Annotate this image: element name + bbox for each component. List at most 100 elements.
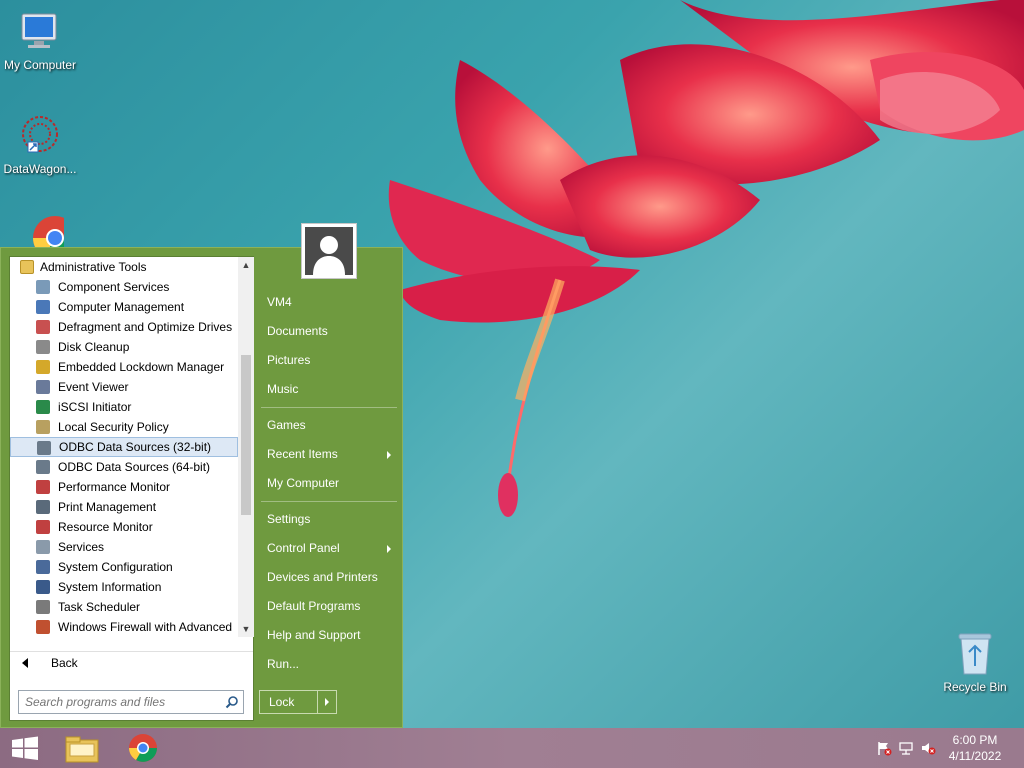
- clock[interactable]: 6:00 PM 4/11/2022: [940, 732, 1010, 764]
- search-box[interactable]: [18, 690, 244, 714]
- start-link-run[interactable]: Run...: [259, 650, 399, 679]
- program-item[interactable]: Defragment and Optimize Drives: [10, 317, 238, 337]
- datawagon-icon: [22, 116, 58, 153]
- start-link-label: Control Panel: [267, 541, 340, 555]
- desktop-icon-my-computer[interactable]: My Computer: [0, 8, 80, 72]
- program-item[interactable]: Resource Monitor: [10, 517, 238, 537]
- program-item[interactable]: Computer Management: [10, 297, 238, 317]
- program-item[interactable]: System Configuration: [10, 557, 238, 577]
- user-avatar[interactable]: [301, 223, 357, 279]
- start-link-pictures[interactable]: Pictures: [259, 346, 399, 375]
- program-item[interactable]: ODBC Data Sources (32-bit): [10, 437, 238, 457]
- program-item[interactable]: Windows Firewall with Advanced: [10, 617, 238, 637]
- firewall-icon: [36, 620, 50, 634]
- user-icon: [313, 236, 345, 275]
- security-policy-icon: [36, 420, 50, 434]
- program-label: Component Services: [58, 280, 170, 294]
- programs-pane: Administrative Tools Component Services C…: [9, 256, 254, 721]
- start-link-my-computer[interactable]: My Computer: [259, 469, 399, 498]
- odbc-icon: [36, 460, 50, 474]
- submenu-arrow-icon: [387, 545, 391, 553]
- lock-options-arrow[interactable]: [318, 691, 336, 713]
- desktop-icon-chrome[interactable]: [0, 214, 80, 248]
- start-link-recent-items[interactable]: Recent Items: [259, 440, 399, 469]
- back-arrow-icon: [22, 658, 28, 668]
- computer-management-icon: [36, 300, 50, 314]
- defrag-icon: [36, 320, 50, 334]
- start-link-settings[interactable]: Settings: [259, 505, 399, 534]
- program-item[interactable]: Services: [10, 537, 238, 557]
- clock-icon: [36, 600, 50, 614]
- scroll-thumb[interactable]: [241, 355, 251, 515]
- program-label: Services: [58, 540, 105, 554]
- taskbar-file-explorer[interactable]: [56, 728, 108, 768]
- start-link-help-and-support[interactable]: Help and Support: [259, 621, 399, 650]
- program-item[interactable]: Task Scheduler: [10, 597, 238, 617]
- search-icon[interactable]: [225, 695, 239, 709]
- program-item[interactable]: Disk Cleanup: [10, 337, 238, 357]
- globe-icon: [36, 400, 50, 414]
- program-label: Event Viewer: [58, 380, 129, 394]
- folder-icon: [20, 260, 34, 274]
- program-item[interactable]: Local Security Policy: [10, 417, 238, 437]
- program-label: Computer Management: [58, 300, 185, 314]
- network-icon[interactable]: [898, 740, 914, 756]
- program-item[interactable]: Embedded Lockdown Manager: [10, 357, 238, 377]
- file-explorer-icon: [65, 736, 99, 763]
- start-link-control-panel[interactable]: Control Panel: [259, 534, 399, 563]
- folder-administrative-tools[interactable]: Administrative Tools: [10, 257, 238, 277]
- start-link-label: Music: [267, 382, 299, 396]
- start-link-label: Recent Items: [267, 447, 338, 461]
- clock-time: 6:00 PM: [952, 733, 998, 747]
- program-label: Performance Monitor: [58, 480, 171, 494]
- program-label: Local Security Policy: [58, 420, 169, 434]
- system-tray: 6:00 PM 4/11/2022: [864, 728, 1024, 768]
- program-label: ODBC Data Sources (32-bit): [59, 440, 212, 454]
- search-input[interactable]: [19, 691, 215, 713]
- scroll-up-arrow[interactable]: ▲: [238, 257, 254, 273]
- desktop-icon-recycle-bin[interactable]: Recycle Bin: [935, 630, 1015, 694]
- start-link-label: Games: [267, 418, 306, 432]
- start-link-default-programs[interactable]: Default Programs: [259, 592, 399, 621]
- programs-scrollbar[interactable]: ▲ ▼: [238, 257, 254, 637]
- scroll-down-arrow[interactable]: ▼: [238, 621, 254, 637]
- computer-icon: [21, 13, 57, 48]
- program-item[interactable]: Component Services: [10, 277, 238, 297]
- start-link-label: VM4: [267, 295, 292, 309]
- program-label: Task Scheduler: [58, 600, 141, 614]
- action-center-flag-icon[interactable]: [876, 740, 892, 756]
- start-link-documents[interactable]: Documents: [259, 317, 399, 346]
- start-link-label: My Computer: [267, 476, 340, 490]
- desktop-icon-datawagon[interactable]: DataWagon...: [0, 112, 80, 176]
- start-link-games[interactable]: Games: [259, 411, 399, 440]
- lock-label[interactable]: Lock: [260, 691, 318, 713]
- volume-muted-icon[interactable]: [920, 740, 936, 756]
- chrome-icon: [33, 216, 64, 248]
- programs-list: Administrative Tools Component Services C…: [10, 257, 238, 637]
- lock-button[interactable]: Lock: [259, 690, 337, 714]
- menu-separator: [261, 501, 397, 502]
- component-services-icon: [36, 280, 50, 294]
- start-link-vm4[interactable]: VM4: [259, 288, 399, 317]
- desktop-icon-label: DataWagon...: [3, 162, 77, 176]
- taskbar-chrome[interactable]: [117, 728, 169, 768]
- start-link-label: Help and Support: [267, 628, 361, 642]
- back-button[interactable]: Back: [10, 651, 253, 673]
- start-link-music[interactable]: Music: [259, 375, 399, 404]
- submenu-arrow-icon: [387, 451, 391, 459]
- program-label: Print Management: [58, 500, 157, 514]
- taskbar: 6:00 PM 4/11/2022: [0, 728, 1024, 768]
- program-label: Windows Firewall with Advanced: [58, 620, 233, 634]
- menu-separator: [261, 407, 397, 408]
- start-link-devices-and-printers[interactable]: Devices and Printers: [259, 563, 399, 592]
- program-item[interactable]: Event Viewer: [10, 377, 238, 397]
- odbc-icon: [37, 441, 51, 455]
- program-item[interactable]: Performance Monitor: [10, 477, 238, 497]
- program-item[interactable]: iSCSI Initiator: [10, 397, 238, 417]
- lock-icon: [36, 360, 50, 374]
- program-item[interactable]: System Information: [10, 577, 238, 597]
- start-button[interactable]: [0, 728, 52, 768]
- program-item[interactable]: ODBC Data Sources (64-bit): [10, 457, 238, 477]
- program-item[interactable]: Print Management: [10, 497, 238, 517]
- desktop-icon-label: My Computer: [3, 58, 77, 72]
